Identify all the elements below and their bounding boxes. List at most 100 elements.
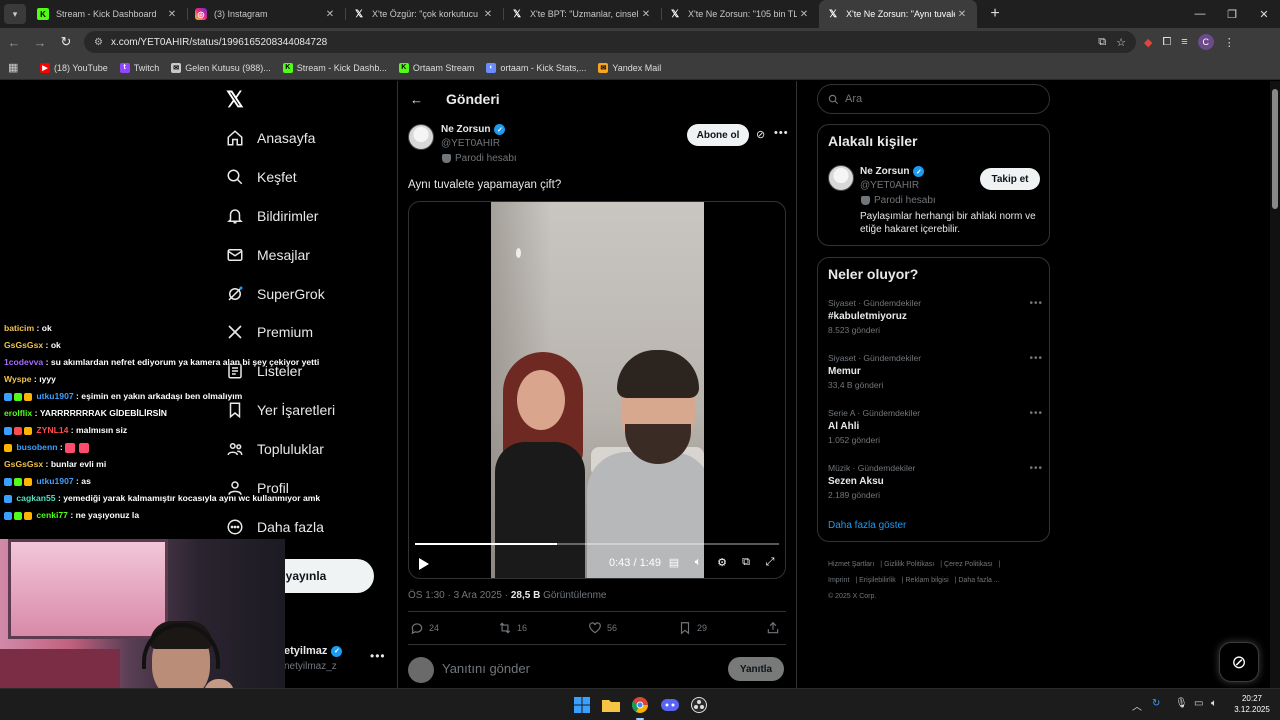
tab-x-ozgur[interactable]: 𝕏 X'te Özgür: "çok korkutucu böy ✕ (345, 0, 503, 28)
address-bar[interactable]: ⚙ x.com/YET0AHIR/status/1996165208344084… (84, 31, 1136, 53)
account-name[interactable]: etyilmaz ✓ (284, 645, 343, 657)
close-icon[interactable]: ✕ (797, 9, 811, 20)
tab-x-bpt[interactable]: 𝕏 X'te BPT: "Uzmanlar, cinsel ilişki ✕ (503, 0, 661, 28)
tab-x-nezorsun-active[interactable]: 𝕏 X'te Ne Zorsun: "Aynı tuvalete y ✕ (819, 0, 977, 28)
star-icon[interactable]: ☆ (1116, 36, 1126, 49)
fullscreen-icon[interactable]: ⤢ (763, 556, 777, 570)
show-more-link[interactable]: Daha fazla göster (828, 520, 906, 531)
person-avatar[interactable] (828, 165, 854, 191)
follow-button[interactable]: Takip et (980, 168, 1040, 190)
microphone-icon[interactable]: 🎙︎ (1175, 698, 1188, 709)
more-icon[interactable]: ••• (1029, 353, 1043, 364)
bookmark-kick-dashboard[interactable]: K Stream - Kick Dashb... (282, 62, 387, 73)
settings-icon[interactable]: ⚙ (715, 556, 729, 570)
trend-item[interactable]: Siyaset · Gündemdekiler Memur 33,4 B gön… (828, 353, 1043, 390)
close-icon[interactable]: ✕ (165, 9, 179, 20)
close-icon[interactable]: ✕ (481, 9, 495, 20)
post-timestamp[interactable]: ÖS 1:30 · 3 Ara 2025 · (408, 590, 511, 601)
obs-icon[interactable] (688, 694, 710, 716)
video-player[interactable]: 0:43 / 1:49 ▤ 🔈︎ ⚙ ⧉ ⤢ (408, 201, 786, 579)
reply-button[interactable]: Yanıtla (728, 657, 784, 681)
bookmark-yandex-mail[interactable]: ✉ Yandex Mail (598, 62, 661, 73)
back-icon[interactable]: ← (2, 30, 26, 54)
sidebar-item-messages[interactable]: Mesajlar (226, 240, 310, 270)
windows-start-icon[interactable] (571, 694, 593, 716)
person-name[interactable]: Ne Zorsun ✓ (860, 166, 925, 177)
video-progress-bar[interactable] (415, 543, 779, 545)
tab-instagram[interactable]: ◎ (3) Instagram ✕ (187, 0, 345, 28)
sidebar-item-supergrok[interactable]: SuperGrok (226, 279, 325, 309)
close-icon[interactable]: ✕ (639, 9, 653, 20)
repost-action[interactable]: 16 (498, 621, 527, 635)
play-icon[interactable] (419, 558, 429, 570)
bookmark-twitch[interactable]: t Twitch (119, 62, 159, 73)
bookmark-ortaam-stream[interactable]: K Ortaam Stream (398, 62, 474, 73)
volume-icon[interactable]: 🔈︎ (1211, 698, 1217, 709)
minimize-icon[interactable]: — (1184, 0, 1216, 28)
sync-icon[interactable]: ↻ (1152, 698, 1160, 709)
sidebar-item-home[interactable]: Anasayfa (226, 123, 315, 153)
bookmark-action[interactable]: 29 (678, 621, 707, 635)
tab-kick-dashboard[interactable]: K Stream - Kick Dashboard ✕ (29, 0, 187, 28)
footer-link[interactable]: Reklam bilgisi (906, 577, 949, 584)
share-action[interactable] (766, 621, 785, 635)
sidebar-item-explore[interactable]: Keşfet (226, 162, 297, 192)
extensions-icon[interactable]: ⧠ (1162, 36, 1171, 49)
more-icon[interactable]: ••• (1029, 298, 1043, 309)
reply-action[interactable]: 24 (410, 621, 439, 635)
subscribe-button[interactable]: Abone ol (687, 124, 749, 146)
site-info-icon[interactable]: ⚙ (94, 37, 103, 48)
close-window-icon[interactable]: ✕ (1248, 0, 1280, 28)
system-clock[interactable]: 20:27 3.12.2025 (1232, 693, 1272, 715)
more-icon[interactable]: ••• (1029, 463, 1043, 474)
tab-search-button[interactable]: ▾ (4, 4, 26, 24)
chevron-up-icon[interactable]: ︿ (1132, 698, 1142, 713)
file-explorer-icon[interactable] (600, 694, 622, 716)
x-logo-icon[interactable]: 𝕏 (226, 89, 248, 111)
footer-link[interactable]: Daha fazla ... (958, 577, 999, 584)
back-arrow-icon[interactable]: ← (410, 92, 424, 107)
page-scrollbar[interactable] (1270, 81, 1280, 688)
trend-item[interactable]: Müzik · Gündemdekiler Sezen Aksu 2.189 g… (828, 463, 1043, 500)
author-avatar[interactable] (408, 124, 434, 150)
captions-icon[interactable]: ▤ (667, 556, 681, 570)
profile-avatar[interactable]: C (1197, 34, 1214, 50)
volume-icon[interactable]: 🔈︎ (691, 556, 705, 570)
more-icon[interactable]: ••• (1029, 408, 1043, 419)
author-name[interactable]: Ne Zorsun ✓ (441, 124, 506, 135)
new-tab-button[interactable]: + (983, 2, 1007, 26)
bookmark-kick-stats[interactable]: ◐ ortaam - Kick Stats,... (486, 62, 586, 73)
chrome-icon[interactable] (629, 694, 651, 720)
footer-link[interactable]: Erişilebilirlik (859, 577, 896, 584)
like-action[interactable]: 56 (588, 621, 617, 635)
footer-link[interactable]: Imprint (828, 577, 849, 584)
trend-item[interactable]: Serie A · Gündemdekiler Al Ahli 1.052 gö… (828, 408, 1043, 445)
grok-icon[interactable]: ⊘ (756, 128, 768, 141)
footer-link[interactable]: Gizlilik Politikası (884, 561, 934, 568)
account-more-icon[interactable]: ••• (370, 649, 386, 663)
forward-icon[interactable]: → (28, 30, 52, 54)
menu-icon[interactable]: ⋮ (1224, 36, 1235, 49)
network-icon[interactable]: ▭ (1194, 698, 1203, 709)
install-app-icon[interactable]: ⧉ (1098, 36, 1106, 49)
apps-icon[interactable]: ▦ (8, 61, 22, 74)
more-icon[interactable]: ••• (774, 127, 789, 139)
scroll-thumb[interactable] (1272, 89, 1278, 209)
footer-link[interactable]: Hizmet Şartları (828, 561, 874, 568)
footer-link[interactable]: Çerez Politikası (944, 561, 993, 568)
bookmark-inbox[interactable]: ✉ Gelen Kutusu (988)... (171, 62, 271, 73)
picture-in-picture-icon[interactable]: ⧉ (739, 556, 753, 570)
sidebar-item-notifications[interactable]: Bildirimler (226, 201, 318, 231)
restore-icon[interactable]: ❐ (1216, 0, 1248, 28)
bookmark-youtube[interactable]: ▶ (18) YouTube (40, 62, 108, 73)
media-icon[interactable]: ≡ (1181, 36, 1187, 48)
reload-icon[interactable]: ↻ (54, 30, 78, 54)
close-icon[interactable]: ✕ (955, 9, 969, 20)
tab-x-nezorsun-kira[interactable]: 𝕏 X'te Ne Zorsun: "105 bin TL kira ✕ (661, 0, 819, 28)
close-icon[interactable]: ✕ (323, 9, 337, 20)
author-handle[interactable]: @YET0AHIR (441, 138, 500, 149)
discord-icon[interactable] (659, 694, 681, 716)
search-input[interactable]: Ara (817, 84, 1050, 114)
trend-item[interactable]: Siyaset · Gündemdekiler #kabuletmiyoruz … (828, 298, 1043, 335)
extension-icon-red[interactable]: ◆ (1144, 36, 1152, 49)
